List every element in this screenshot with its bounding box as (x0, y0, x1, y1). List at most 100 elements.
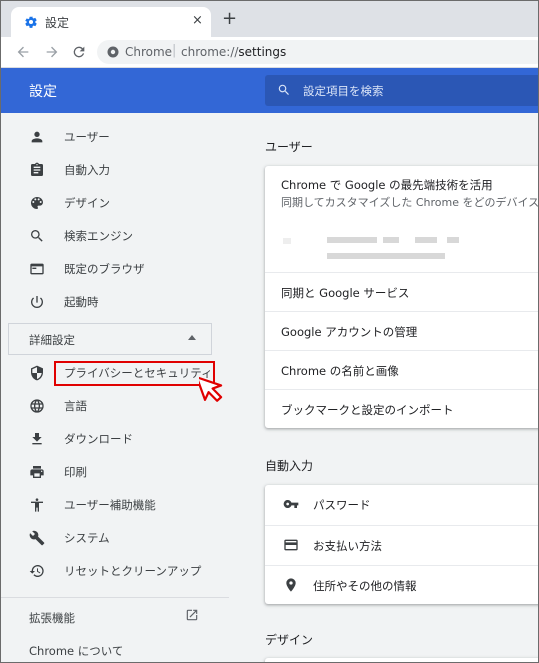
key-icon (283, 500, 299, 508)
sidebar-item-on-startup[interactable]: 起動時 (1, 286, 229, 318)
chrome-page-icon (107, 46, 119, 58)
close-icon[interactable]: × (192, 14, 203, 28)
sidebar-item-label: 言語 (64, 399, 87, 413)
omnibox-site-label: Chrome (125, 45, 173, 59)
shield-icon (31, 365, 43, 381)
row-label: お支払い方法 (313, 539, 382, 553)
chevron-up-icon (188, 335, 196, 340)
section-title-users: ユーザー (265, 140, 313, 154)
row-label: 住所やその他の情報 (313, 579, 417, 593)
row-label: Google アカウントの管理 (281, 325, 418, 339)
download-icon (32, 433, 42, 445)
sidebar-item-design[interactable]: デザイン (1, 187, 229, 219)
search-icon (278, 84, 289, 95)
blurred-account (283, 238, 291, 244)
sidebar-item-label: 印刷 (64, 465, 87, 479)
power-icon (31, 296, 43, 308)
sidebar-item-autofill[interactable]: 自動入力 (1, 154, 229, 186)
gear-icon (25, 16, 37, 28)
sidebar-item-printing[interactable]: 印刷 (1, 456, 229, 488)
section-title-autofill: 自動入力 (265, 459, 314, 473)
search-icon (31, 230, 43, 242)
design-card (265, 658, 538, 662)
users-card: Chrome で Google の最先端技術を活用 同期してカスタマイズした C… (265, 166, 539, 429)
tab-strip: 設定 × + (1, 1, 538, 37)
browser-window: 設定 × + Chrome | chrome://settings 設定 設定項… (0, 0, 539, 663)
external-link-icon[interactable] (185, 608, 199, 622)
row-payment-methods[interactable]: お支払い方法 (265, 525, 538, 565)
toolbar: Chrome | chrome://settings (1, 37, 538, 68)
settings-header: 設定 設定項目を検索 (1, 68, 538, 113)
tab-settings[interactable]: 設定 × (11, 7, 211, 37)
autofill-card: パスワード お支払い方法 住所やその他の情報 (265, 485, 538, 605)
accessibility-icon (31, 498, 43, 512)
globe-icon (30, 399, 44, 413)
printer-icon (30, 466, 44, 478)
row-label: 同期と Google サービス (281, 286, 410, 300)
person-icon (31, 131, 43, 143)
row-passwords[interactable]: パスワード (265, 485, 538, 524)
new-tab-button[interactable]: + (222, 10, 237, 28)
blurred-account (415, 237, 437, 243)
row-manage-google-account[interactable]: Google アカウントの管理 (265, 311, 538, 351)
blurred-account (327, 253, 445, 259)
sidebar-item-search-engine[interactable]: 検索エンジン (1, 220, 229, 252)
sidebar-item-label: 検索エンジン (64, 229, 133, 243)
sidebar-item-languages[interactable]: 言語 (1, 390, 229, 422)
sidebar-item-label: ユーザー補助機能 (64, 498, 156, 512)
reload-icon[interactable] (70, 43, 88, 61)
sidebar-item-default-browser[interactable]: 既定のブラウザ (1, 253, 229, 285)
wrench-icon (29, 530, 45, 546)
tab-title: 設定 (45, 16, 70, 30)
sidebar-item-user[interactable]: ユーザー (1, 121, 229, 153)
row-label: Chrome の名前と画像 (281, 364, 399, 378)
sidebar-item-reset-cleanup[interactable]: リセットとクリーンアップ (1, 555, 229, 587)
row-label: パスワード (313, 498, 371, 512)
blurred-account (383, 237, 399, 243)
palette-icon (31, 197, 43, 209)
sidebar-item-label: 既定のブラウザ (64, 262, 145, 276)
row-import-bookmarks[interactable]: ブックマークと設定のインポート (265, 389, 538, 429)
omnibox-url: chrome://settings (181, 45, 286, 59)
sidebar-item-system[interactable]: システム (1, 522, 229, 554)
sync-promo-description: 同期してカスタマイズした Chrome をどのデバイスで (281, 196, 539, 209)
advanced-settings-label: 詳細設定 (29, 333, 75, 347)
location-pin-icon (286, 578, 296, 592)
page-title: 設定 (29, 84, 57, 100)
row-addresses[interactable]: 住所やその他の情報 (265, 565, 538, 605)
sidebar-item-accessibility[interactable]: ユーザー補助機能 (1, 489, 229, 521)
sidebar-divider (1, 597, 229, 598)
sidebar-item-label: 自動入力 (64, 163, 110, 177)
address-bar[interactable]: Chrome | chrome://settings (97, 40, 538, 64)
credit-card-icon (284, 539, 298, 551)
forward-arrow-icon[interactable] (43, 43, 61, 61)
annotation-highlight-box (54, 361, 215, 386)
row-sync-google-services[interactable]: 同期と Google サービス (265, 272, 538, 312)
restore-icon (29, 565, 44, 577)
settings-search-input[interactable]: 設定項目を検索 (265, 75, 538, 106)
sidebar-item-about-chrome[interactable]: Chrome について (29, 643, 123, 659)
advanced-settings-toggle[interactable]: 詳細設定 (8, 323, 212, 355)
section-title-design: デザイン (265, 633, 314, 647)
sidebar-item-label: システム (64, 531, 110, 545)
mouse-pointer-icon (199, 376, 223, 402)
blurred-account (327, 237, 377, 243)
omnibox-separator: | (172, 43, 177, 58)
search-placeholder: 設定項目を検索 (303, 84, 384, 98)
sidebar-item-label: ダウンロード (64, 432, 133, 446)
url-scheme: chrome:// (181, 45, 239, 59)
sidebar-item-label: デザイン (64, 196, 110, 210)
sync-promo-title: Chrome で Google の最先端技術を活用 (281, 178, 493, 192)
sidebar-item-extensions[interactable]: 拡張機能 (29, 610, 75, 626)
sidebar-item-label: ユーザー (64, 130, 110, 144)
sidebar-item-downloads[interactable]: ダウンロード (1, 423, 229, 455)
back-arrow-icon[interactable] (14, 43, 32, 61)
browser-window-icon (30, 263, 44, 275)
row-chrome-name-picture[interactable]: Chrome の名前と画像 (265, 350, 538, 390)
row-label: ブックマークと設定のインポート (281, 403, 454, 417)
url-path: settings (238, 45, 287, 59)
blurred-account (447, 237, 459, 243)
clipboard-icon (31, 162, 43, 176)
sidebar-item-label: 起動時 (64, 295, 99, 309)
sidebar-item-label: リセットとクリーンアップ (64, 564, 202, 578)
